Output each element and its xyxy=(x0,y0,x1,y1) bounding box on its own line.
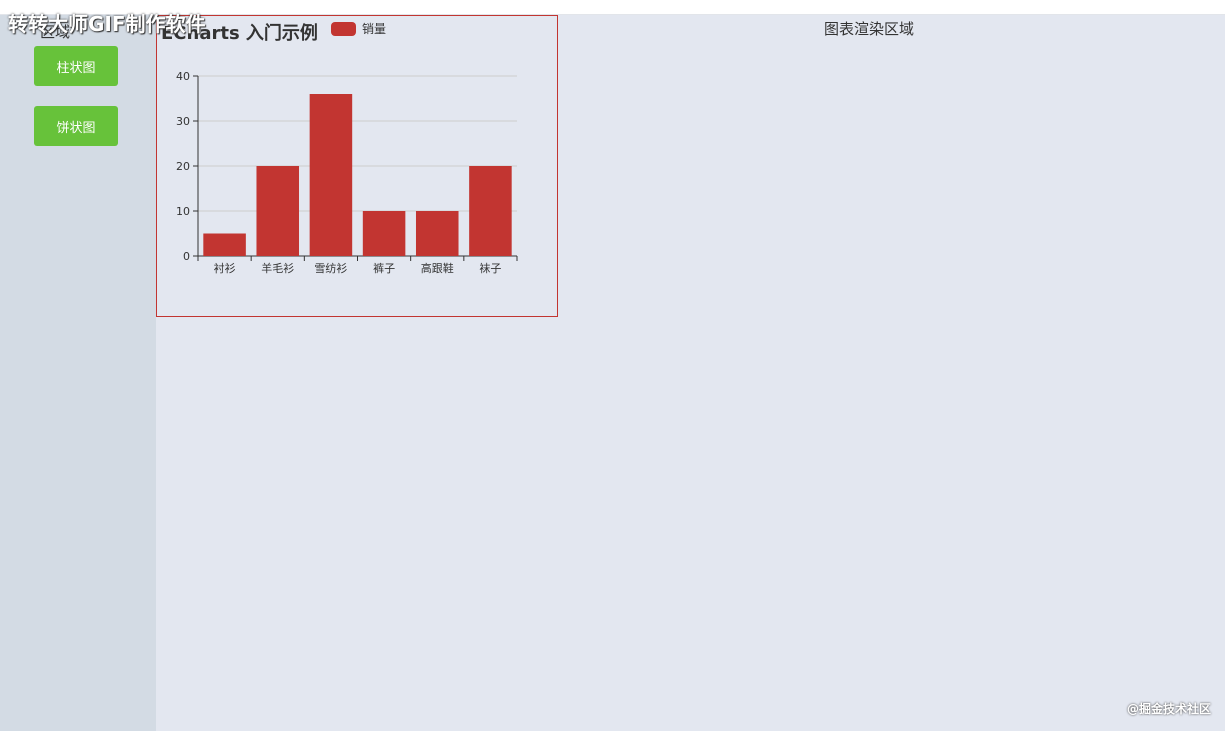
bar xyxy=(362,211,406,256)
bar xyxy=(309,94,353,256)
x-tick-label: 雪纺衫 xyxy=(314,261,347,275)
x-tick-label: 高跟鞋 xyxy=(421,261,454,275)
x-tick-label: 羊毛衫 xyxy=(261,261,294,275)
y-tick-label: 0 xyxy=(183,250,190,263)
bar xyxy=(469,166,512,256)
chart-container: 0 10 20 30 40 衬衫 羊毛衫 雪纺衫 裤子 高跟鞋 袜子 ECharts 入门示例 销量 xyxy=(156,15,558,317)
chart-render-area: 图表渲染区域 0 10 20 30 40 衬衫 羊毛衫 雪纺衫 裤子 高跟鞋 袜子 ECharts … xyxy=(156,15,1225,731)
bar-chart: 0 10 20 30 40 衬衫 羊毛衫 雪纺衫 裤子 高跟鞋 袜子 xyxy=(176,70,518,275)
pie-chart-button[interactable]: 饼状图 xyxy=(34,106,118,146)
gif-watermark: 转转大师GIF制作软件 xyxy=(8,12,206,36)
y-tick-label: 30 xyxy=(176,115,190,128)
y-tick-label: 20 xyxy=(176,160,190,173)
bar xyxy=(203,233,246,256)
x-tick-label: 袜子 xyxy=(479,261,501,275)
bar-chart-button[interactable]: 柱状图 xyxy=(34,46,118,86)
x-tick-label: 衬衫 xyxy=(214,262,236,275)
legend-swatch xyxy=(331,21,356,36)
y-tick-label: 10 xyxy=(176,205,190,218)
y-tick-label: 40 xyxy=(176,70,190,83)
sidebar: 区域 柱状图 饼状图 xyxy=(0,15,156,731)
bar xyxy=(415,211,459,256)
x-tick-label: 裤子 xyxy=(373,261,395,275)
community-watermark: @掘金技术社区 xyxy=(1126,702,1211,716)
bar xyxy=(256,166,300,256)
chart-legend[interactable]: 销量 xyxy=(331,20,386,37)
legend-label: 销量 xyxy=(362,22,387,36)
